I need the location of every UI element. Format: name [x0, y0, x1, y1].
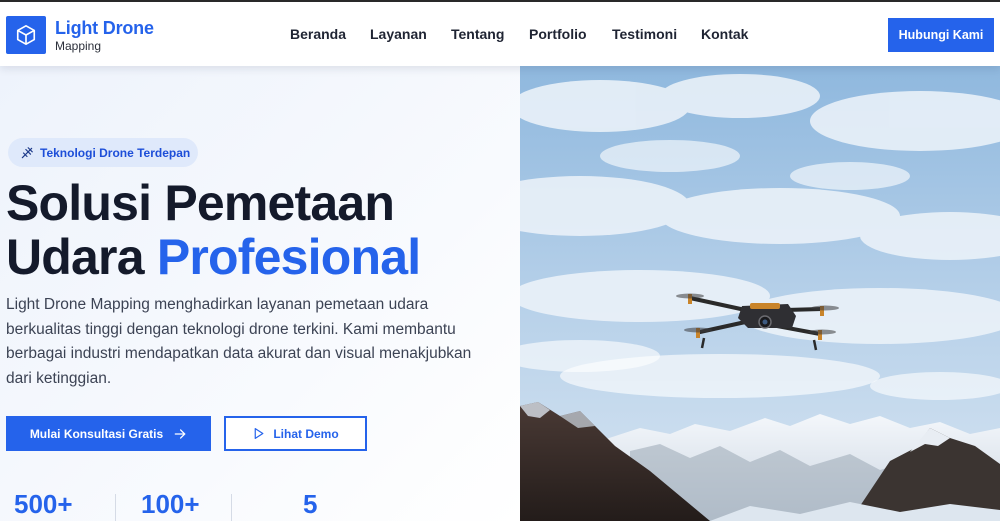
stat-divider [231, 494, 232, 521]
contact-us-button[interactable]: Hubungi Kami [888, 18, 994, 52]
nav-item-tentang[interactable]: Tentang [451, 26, 504, 42]
hero-headline: Solusi Pemetaan Udara Profesional [6, 175, 421, 285]
nav-item-kontak[interactable]: Kontak [701, 26, 748, 42]
site-header: Light Drone Mapping Beranda Layanan Tent… [0, 2, 1000, 66]
cube-icon [16, 25, 36, 45]
headline-accent: Profesional [156, 229, 421, 285]
nav-item-portfolio[interactable]: Portfolio [529, 26, 587, 42]
hero-image [520, 66, 1000, 521]
stat-value: 5 [303, 489, 318, 519]
nav-item-beranda[interactable]: Beranda [290, 26, 346, 42]
stat-value: 100+ [141, 489, 200, 519]
drone-icon [21, 146, 33, 158]
badge-text: Teknologi Drone Terdepan [40, 145, 191, 160]
nav-item-testimoni[interactable]: Testimoni [612, 26, 677, 42]
brand-subtitle: Mapping [55, 39, 102, 53]
view-demo-label: Lihat Demo [273, 426, 339, 441]
brand-title[interactable]: Light Drone [55, 18, 154, 39]
hero-badge: Teknologi Drone Terdepan [8, 138, 198, 167]
free-consultation-label: Mulai Konsultasi Gratis [29, 426, 164, 441]
free-consultation-button[interactable]: Mulai Konsultasi Gratis [6, 416, 211, 451]
view-demo-button[interactable]: Lihat Demo [224, 416, 367, 451]
play-icon [254, 428, 264, 439]
logo[interactable] [6, 16, 46, 54]
hero-description: Light Drone Mapping menghadirkan layanan… [6, 296, 472, 387]
headline-line-1: Solusi Pemetaan [6, 175, 395, 231]
stat-divider [115, 494, 116, 521]
arrow-right-icon [174, 428, 186, 439]
nav-item-layanan[interactable]: Layanan [370, 26, 427, 42]
stat-value: 500+ [14, 489, 73, 519]
headline-line-2: Udara [6, 229, 145, 285]
